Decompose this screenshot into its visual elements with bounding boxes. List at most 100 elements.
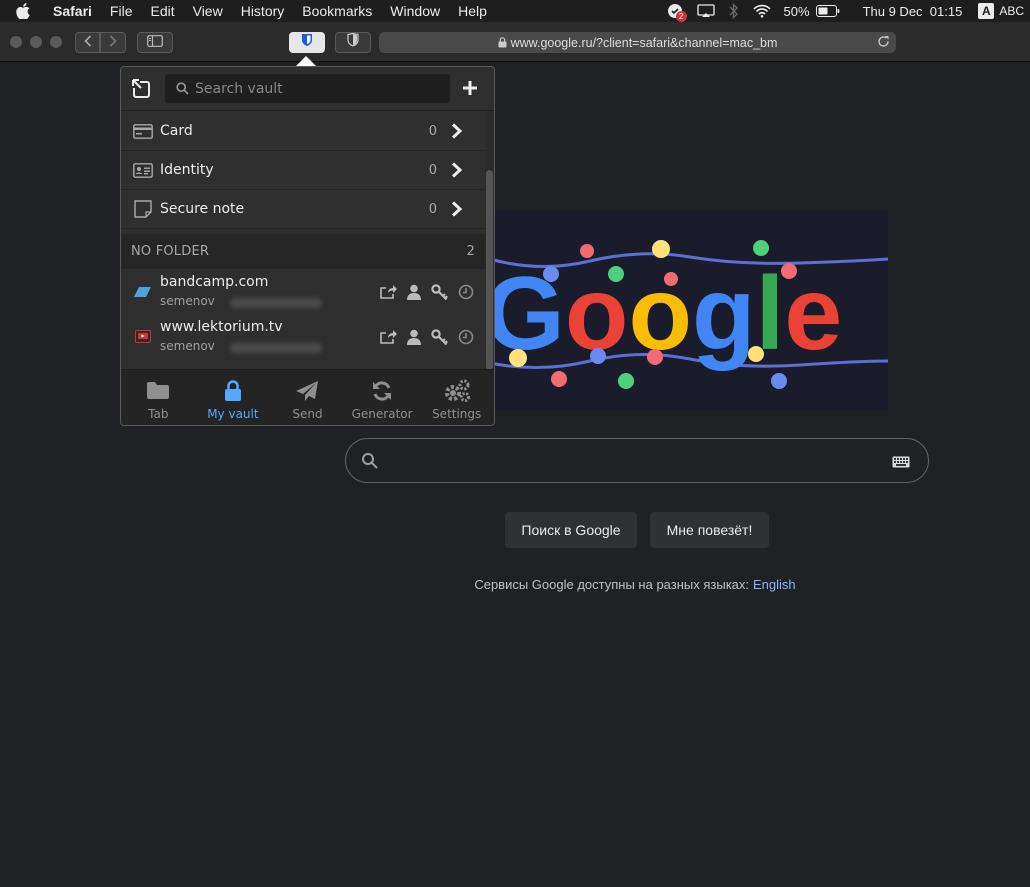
lock-icon	[224, 378, 242, 403]
wifi-icon[interactable]	[752, 4, 771, 18]
battery-percent: 50%	[783, 3, 810, 19]
tab-generator[interactable]: Generator	[345, 370, 420, 425]
bluetooth-icon[interactable]	[729, 3, 739, 19]
gears-icon	[443, 378, 471, 403]
launch-icon[interactable]	[379, 283, 397, 301]
forward-button[interactable]	[100, 32, 126, 53]
note-icon	[121, 200, 160, 218]
vault-type-card[interactable]: Card 0	[121, 112, 485, 151]
tab-my-vault[interactable]: My vault	[196, 370, 271, 425]
menu-bookmarks[interactable]: Bookmarks	[302, 3, 372, 19]
input-source[interactable]: A ABC	[978, 3, 1024, 19]
copy-password-icon[interactable]	[431, 328, 449, 346]
popup-arrow	[296, 56, 316, 66]
vpn-status-icon[interactable]: 2	[667, 3, 687, 22]
shield-icon	[347, 32, 359, 52]
input-source-label: ABC	[999, 4, 1024, 18]
refresh-icon	[371, 378, 393, 403]
zoom-window-button[interactable]	[50, 36, 62, 48]
menu-help[interactable]: Help	[458, 3, 487, 19]
clock-icon[interactable]	[457, 328, 475, 346]
safari-toolbar: www.google.ru/?client=safari&channel=mac…	[0, 22, 1030, 62]
battery-icon[interactable]	[815, 5, 840, 17]
english-link[interactable]: English	[753, 577, 796, 592]
login-name: www.lektorium.tv	[160, 319, 283, 335]
folder-heading: NO FOLDER 2	[121, 234, 485, 269]
login-username: semenov	[160, 339, 322, 353]
lektorium-favicon	[121, 330, 160, 343]
vault-type-identity[interactable]: Identity 0	[121, 151, 485, 190]
vault-type-label: Secure note	[160, 201, 245, 217]
menu-file[interactable]: File	[110, 3, 133, 19]
paper-plane-icon	[295, 378, 319, 403]
search-icon	[176, 82, 189, 95]
login-item-lektorium[interactable]: www.lektorium.tv semenov	[121, 314, 485, 359]
menu-bar: Safari File Edit View History Bookmarks …	[0, 0, 1030, 22]
card-icon	[121, 123, 160, 139]
vault-type-count: 0	[428, 162, 437, 178]
vault-scrollbar[interactable]	[485, 112, 494, 370]
privacy-extension-button[interactable]	[335, 32, 371, 53]
apple-icon[interactable]	[16, 3, 34, 19]
scrollbar-thumb[interactable]	[486, 170, 493, 370]
popup-tab-bar: Tab My vault Send Generator Settings	[121, 369, 494, 425]
add-item-button[interactable]	[462, 80, 478, 101]
menu-edit[interactable]: Edit	[150, 3, 174, 19]
tab-send[interactable]: Send	[270, 370, 345, 425]
vault-search-input[interactable]	[195, 80, 435, 97]
minimize-window-button[interactable]	[30, 36, 42, 48]
menu-view[interactable]: View	[193, 3, 223, 19]
airplay-icon[interactable]	[696, 4, 715, 18]
bandcamp-favicon	[121, 286, 160, 298]
back-button[interactable]	[75, 32, 100, 53]
reload-icon[interactable]	[877, 35, 890, 51]
language-offer-text: Сервисы Google доступны на разных языках…	[474, 577, 750, 592]
chevron-right-icon	[451, 201, 473, 217]
tab-label: Generator	[351, 407, 413, 421]
chevron-right-icon	[451, 162, 473, 178]
address-bar[interactable]: www.google.ru/?client=safari&channel=mac…	[379, 32, 896, 53]
menu-history[interactable]: History	[241, 3, 285, 19]
folder-count: 2	[466, 244, 475, 259]
google-search-input[interactable]	[345, 438, 929, 483]
chevron-right-icon	[451, 123, 473, 139]
sidebar-icon	[147, 34, 163, 52]
feeling-lucky-button[interactable]: Мне повезёт!	[650, 512, 769, 548]
menu-app-name[interactable]: Safari	[53, 3, 92, 19]
vault-type-label: Card	[160, 123, 193, 139]
tab-label: My vault	[207, 407, 259, 421]
vault-type-count: 0	[428, 123, 437, 139]
copy-username-icon[interactable]	[405, 328, 423, 346]
login-username: semenov	[160, 294, 322, 308]
search-icon	[361, 452, 379, 475]
launch-icon[interactable]	[379, 328, 397, 346]
google-doodle[interactable]: Google	[480, 211, 888, 411]
bitwarden-extension-button[interactable]	[289, 32, 325, 53]
keyboard-icon[interactable]	[892, 455, 910, 473]
notification-badge: 2	[675, 11, 687, 22]
tab-settings[interactable]: Settings	[419, 370, 494, 425]
tab-current-tab[interactable]: Tab	[121, 370, 196, 425]
clock-icon[interactable]	[457, 283, 475, 301]
folder-icon	[146, 378, 170, 403]
input-source-letter: A	[978, 3, 995, 19]
chevron-left-icon	[83, 34, 92, 52]
url-text: www.google.ru/?client=safari&channel=mac…	[510, 35, 778, 50]
copy-password-icon[interactable]	[431, 283, 449, 301]
vault-type-secure-note[interactable]: Secure note 0	[121, 190, 485, 229]
bitwarden-popup: Card 0 Identity 0 Secure note 0 NO FOLDE…	[120, 66, 495, 426]
folder-heading-label: NO FOLDER	[131, 244, 210, 259]
sidebar-toggle-button[interactable]	[137, 32, 173, 53]
copy-username-icon[interactable]	[405, 283, 423, 301]
clock[interactable]: Thu 9 Dec 01:15	[863, 4, 963, 19]
login-item-bandcamp[interactable]: bandcamp.com semenov	[121, 269, 485, 314]
lock-icon	[498, 37, 507, 48]
google-search-button[interactable]: Поиск в Google	[505, 512, 637, 548]
vault-search-field[interactable]	[165, 74, 450, 103]
bitwarden-shield-icon	[301, 33, 313, 52]
menu-window[interactable]: Window	[390, 3, 440, 19]
popout-icon[interactable]	[131, 79, 151, 104]
login-name: bandcamp.com	[160, 274, 269, 290]
close-window-button[interactable]	[10, 36, 22, 48]
tab-label: Settings	[432, 407, 482, 421]
